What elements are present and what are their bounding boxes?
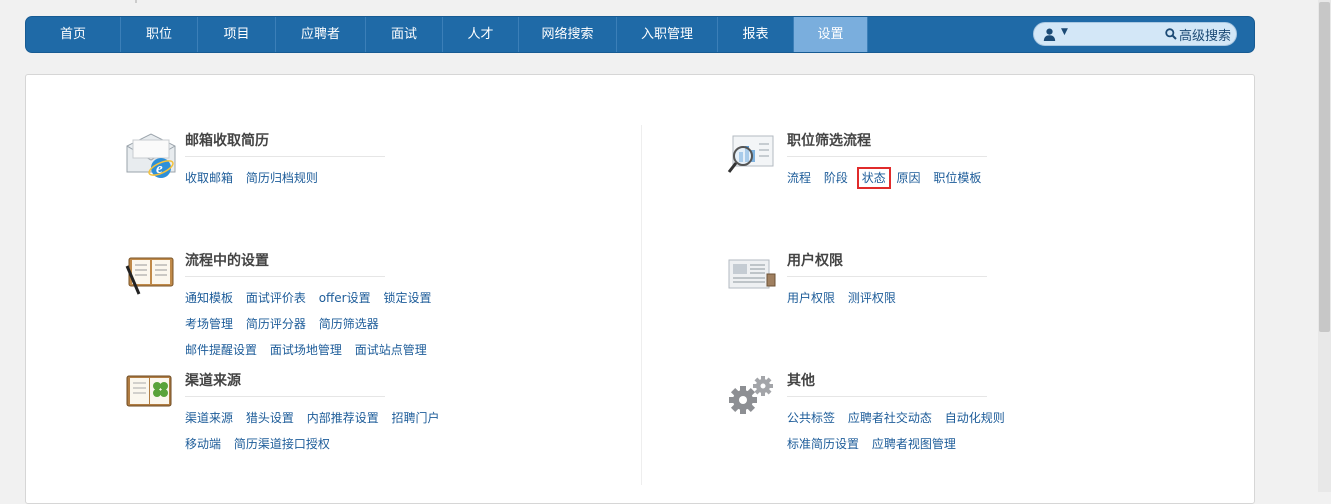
section-title-process: 流程中的设置 xyxy=(185,252,385,277)
email-envelope-icon: e xyxy=(126,133,176,178)
link-status[interactable]: 状态 xyxy=(856,167,891,189)
link-position-template[interactable]: 职位模板 xyxy=(933,171,981,185)
nav-item-interviews[interactable]: 面试 xyxy=(366,17,443,52)
nav-item-projects[interactable]: 项目 xyxy=(198,17,276,52)
link-public-tags[interactable]: 公共标签 xyxy=(787,411,835,425)
magnifier-icon xyxy=(1165,28,1177,40)
nav-item-reports[interactable]: 报表 xyxy=(718,17,794,52)
link-interview-evaluation-form[interactable]: 面试评价表 xyxy=(246,291,306,305)
user-dropdown-caret-icon[interactable]: ▼ xyxy=(1061,27,1068,37)
nav-item-onboarding[interactable]: 入职管理 xyxy=(617,17,718,52)
link-channel-source[interactable]: 渠道来源 xyxy=(185,411,233,425)
gears-icon xyxy=(729,376,773,414)
link-email-reminder-settings[interactable]: 邮件提醒设置 xyxy=(185,343,257,357)
nav-item-web-search[interactable]: 网络搜索 xyxy=(519,17,617,52)
nav-item-settings[interactable]: 设置 xyxy=(794,17,868,52)
link-recruitment-portal[interactable]: 招聘门户 xyxy=(392,411,440,425)
settings-panel: e 邮箱收取简历 收取邮箱 简历归档规则 职位筛选流程 流程 阶段 状态 原因 … xyxy=(25,74,1255,504)
advanced-search-link[interactable]: 高级搜索 xyxy=(1165,26,1232,44)
link-interview-site-management[interactable]: 面试站点管理 xyxy=(355,343,427,357)
link-headhunter-settings[interactable]: 猎头设置 xyxy=(246,411,294,425)
link-receive-mailbox[interactable]: 收取邮箱 xyxy=(185,171,233,185)
nav-item-positions[interactable]: 职位 xyxy=(121,17,198,52)
link-resume-scorer[interactable]: 简历评分器 xyxy=(246,317,306,331)
search-box: ▼ 高级搜索 xyxy=(1033,22,1237,46)
section-links-email: 收取邮箱 简历归档规则 xyxy=(185,170,525,196)
link-interview-venue-management[interactable]: 面试场地管理 xyxy=(270,343,342,357)
search-input[interactable] xyxy=(1074,25,1166,45)
section-title-workflow: 职位筛选流程 xyxy=(787,132,987,157)
link-resume-archive-rules[interactable]: 简历归档规则 xyxy=(246,171,318,185)
link-exam-room-management[interactable]: 考场管理 xyxy=(185,317,233,331)
link-reason[interactable]: 原因 xyxy=(897,171,921,185)
nav-item-applicants[interactable]: 应聘者 xyxy=(276,17,366,52)
link-resume-channel-api-auth[interactable]: 简历渠道接口授权 xyxy=(234,437,330,451)
vertical-scrollbar[interactable] xyxy=(1318,0,1331,492)
nav-item-talent[interactable]: 人才 xyxy=(443,17,519,52)
logo-fragment xyxy=(135,0,245,3)
scrollbar-thumb[interactable] xyxy=(1319,2,1330,332)
chart-magnifier-icon xyxy=(727,135,774,173)
link-offer-settings[interactable]: offer设置 xyxy=(319,291,371,305)
link-applicant-view-management[interactable]: 应聘者视图管理 xyxy=(872,437,956,451)
link-notification-template[interactable]: 通知模板 xyxy=(185,291,233,305)
notebook-pen-icon xyxy=(125,257,174,295)
link-internal-referral-settings[interactable]: 内部推荐设置 xyxy=(307,411,379,425)
section-links-other: 公共标签 应聘者社交动态 自动化规则 标准简历设置 应聘者视图管理 xyxy=(787,410,1127,462)
link-assessment-permission[interactable]: 测评权限 xyxy=(848,291,896,305)
link-stage[interactable]: 阶段 xyxy=(824,171,848,185)
newspaper-icon xyxy=(728,259,776,289)
section-links-permission: 用户权限 测评权限 xyxy=(787,290,1127,316)
section-title-channel: 渠道来源 xyxy=(185,372,385,397)
link-process[interactable]: 流程 xyxy=(787,171,811,185)
section-title-permission: 用户权限 xyxy=(787,252,987,277)
link-user-permission[interactable]: 用户权限 xyxy=(787,291,835,305)
link-resume-filter[interactable]: 简历筛选器 xyxy=(319,317,379,331)
column-divider xyxy=(641,125,642,485)
main-navbar: 首页 职位 项目 应聘者 面试 人才 网络搜索 入职管理 报表 设置 ▼ 高级搜… xyxy=(25,16,1255,53)
link-automation-rules[interactable]: 自动化规则 xyxy=(945,411,1005,425)
section-title-other: 其他 xyxy=(787,372,987,397)
link-applicant-social-feed[interactable]: 应聘者社交动态 xyxy=(848,411,932,425)
section-links-process: 通知模板 面试评价表 offer设置 锁定设置 考场管理 简历评分器 简历筛选器… xyxy=(185,290,525,368)
link-mobile[interactable]: 移动端 xyxy=(185,437,221,451)
section-title-email: 邮箱收取简历 xyxy=(185,132,385,157)
section-links-channel: 渠道来源 猎头设置 内部推荐设置 招聘门户 移动端 简历渠道接口授权 xyxy=(185,410,525,462)
section-links-workflow: 流程 阶段 状态 原因 职位模板 xyxy=(787,167,1127,196)
book-clover-icon xyxy=(126,375,172,407)
nav-item-home[interactable]: 首页 xyxy=(26,17,121,52)
advanced-search-label: 高级搜索 xyxy=(1179,28,1232,44)
link-lock-settings[interactable]: 锁定设置 xyxy=(383,291,431,305)
user-icon[interactable] xyxy=(1043,28,1056,41)
link-standard-resume-settings[interactable]: 标准简历设置 xyxy=(787,437,859,451)
